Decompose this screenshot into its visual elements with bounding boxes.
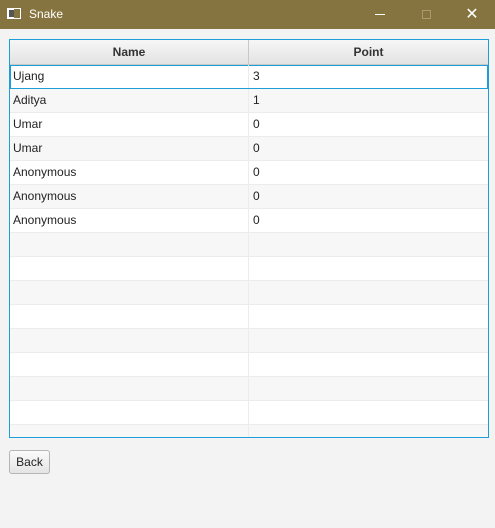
app-window-icon xyxy=(7,8,21,19)
cell-name xyxy=(10,377,249,400)
column-header-name[interactable]: Name xyxy=(10,40,249,64)
table-row[interactable]: Anonymous 0 xyxy=(10,185,488,209)
cell-name: Umar xyxy=(10,113,249,136)
empty-table-row[interactable] xyxy=(10,257,488,281)
empty-table-row[interactable] xyxy=(10,401,488,425)
cell-point: 1 xyxy=(253,93,260,107)
cell-name: Anonymous xyxy=(10,185,249,208)
cell-name xyxy=(10,329,249,352)
minimize-icon xyxy=(375,14,385,15)
cell-name: Ujang xyxy=(10,65,249,88)
score-table[interactable]: Name Point Ujang 3 Aditya 1 Umar 0 Umar 0 Anonym… xyxy=(9,39,489,438)
table-row[interactable]: Ujang 3 xyxy=(10,65,488,89)
cell-point: 0 xyxy=(253,165,260,179)
empty-table-row[interactable] xyxy=(10,233,488,257)
cell-point xyxy=(249,377,488,400)
cell-name xyxy=(10,401,249,424)
cell-name: Aditya xyxy=(10,89,249,112)
cell-point: 0 xyxy=(253,117,260,131)
column-header-point[interactable]: Point xyxy=(249,40,488,64)
title-bar: Snake ✕ xyxy=(0,0,495,29)
cell-point: 0 xyxy=(253,189,260,203)
window-title: Snake xyxy=(29,7,64,21)
empty-table-row[interactable] xyxy=(10,377,488,401)
cell-point xyxy=(249,329,488,352)
table-row[interactable]: Anonymous 0 xyxy=(10,161,488,185)
maximize-icon xyxy=(421,10,431,19)
empty-table-row[interactable] xyxy=(10,353,488,377)
cell-point xyxy=(249,305,488,328)
cell-name: Anonymous xyxy=(10,161,249,184)
empty-table-row[interactable] xyxy=(10,425,488,437)
cell-name xyxy=(10,305,249,328)
minimize-button[interactable] xyxy=(357,0,403,29)
cell-name xyxy=(10,257,249,280)
table-row[interactable]: Anonymous 0 xyxy=(10,209,488,233)
cell-point xyxy=(249,425,488,437)
cell-point xyxy=(249,257,488,280)
table-row[interactable]: Umar 0 xyxy=(10,113,488,137)
close-button[interactable]: ✕ xyxy=(449,0,495,29)
table-body: Ujang 3 Aditya 1 Umar 0 Umar 0 Anonymous 0 Anonymo… xyxy=(10,65,488,437)
empty-table-row[interactable] xyxy=(10,305,488,329)
cell-point xyxy=(249,401,488,424)
cell-point xyxy=(249,353,488,376)
cell-point: 3 xyxy=(253,69,260,83)
back-button[interactable]: Back xyxy=(9,450,50,474)
table-row[interactable]: Umar 0 xyxy=(10,137,488,161)
cell-name: Umar xyxy=(10,137,249,160)
close-icon: ✕ xyxy=(465,5,479,23)
cell-point xyxy=(249,233,488,256)
cell-point xyxy=(249,281,488,304)
cell-name xyxy=(10,233,249,256)
cell-name: Anonymous xyxy=(10,209,249,232)
empty-table-row[interactable] xyxy=(10,281,488,305)
maximize-button[interactable] xyxy=(403,0,449,29)
table-header: Name Point xyxy=(10,40,488,65)
empty-table-row[interactable] xyxy=(10,329,488,353)
cell-name xyxy=(10,281,249,304)
cell-name xyxy=(10,425,249,437)
cell-point: 0 xyxy=(253,141,260,155)
cell-point: 0 xyxy=(253,213,260,227)
cell-name xyxy=(10,353,249,376)
table-row[interactable]: Aditya 1 xyxy=(10,89,488,113)
